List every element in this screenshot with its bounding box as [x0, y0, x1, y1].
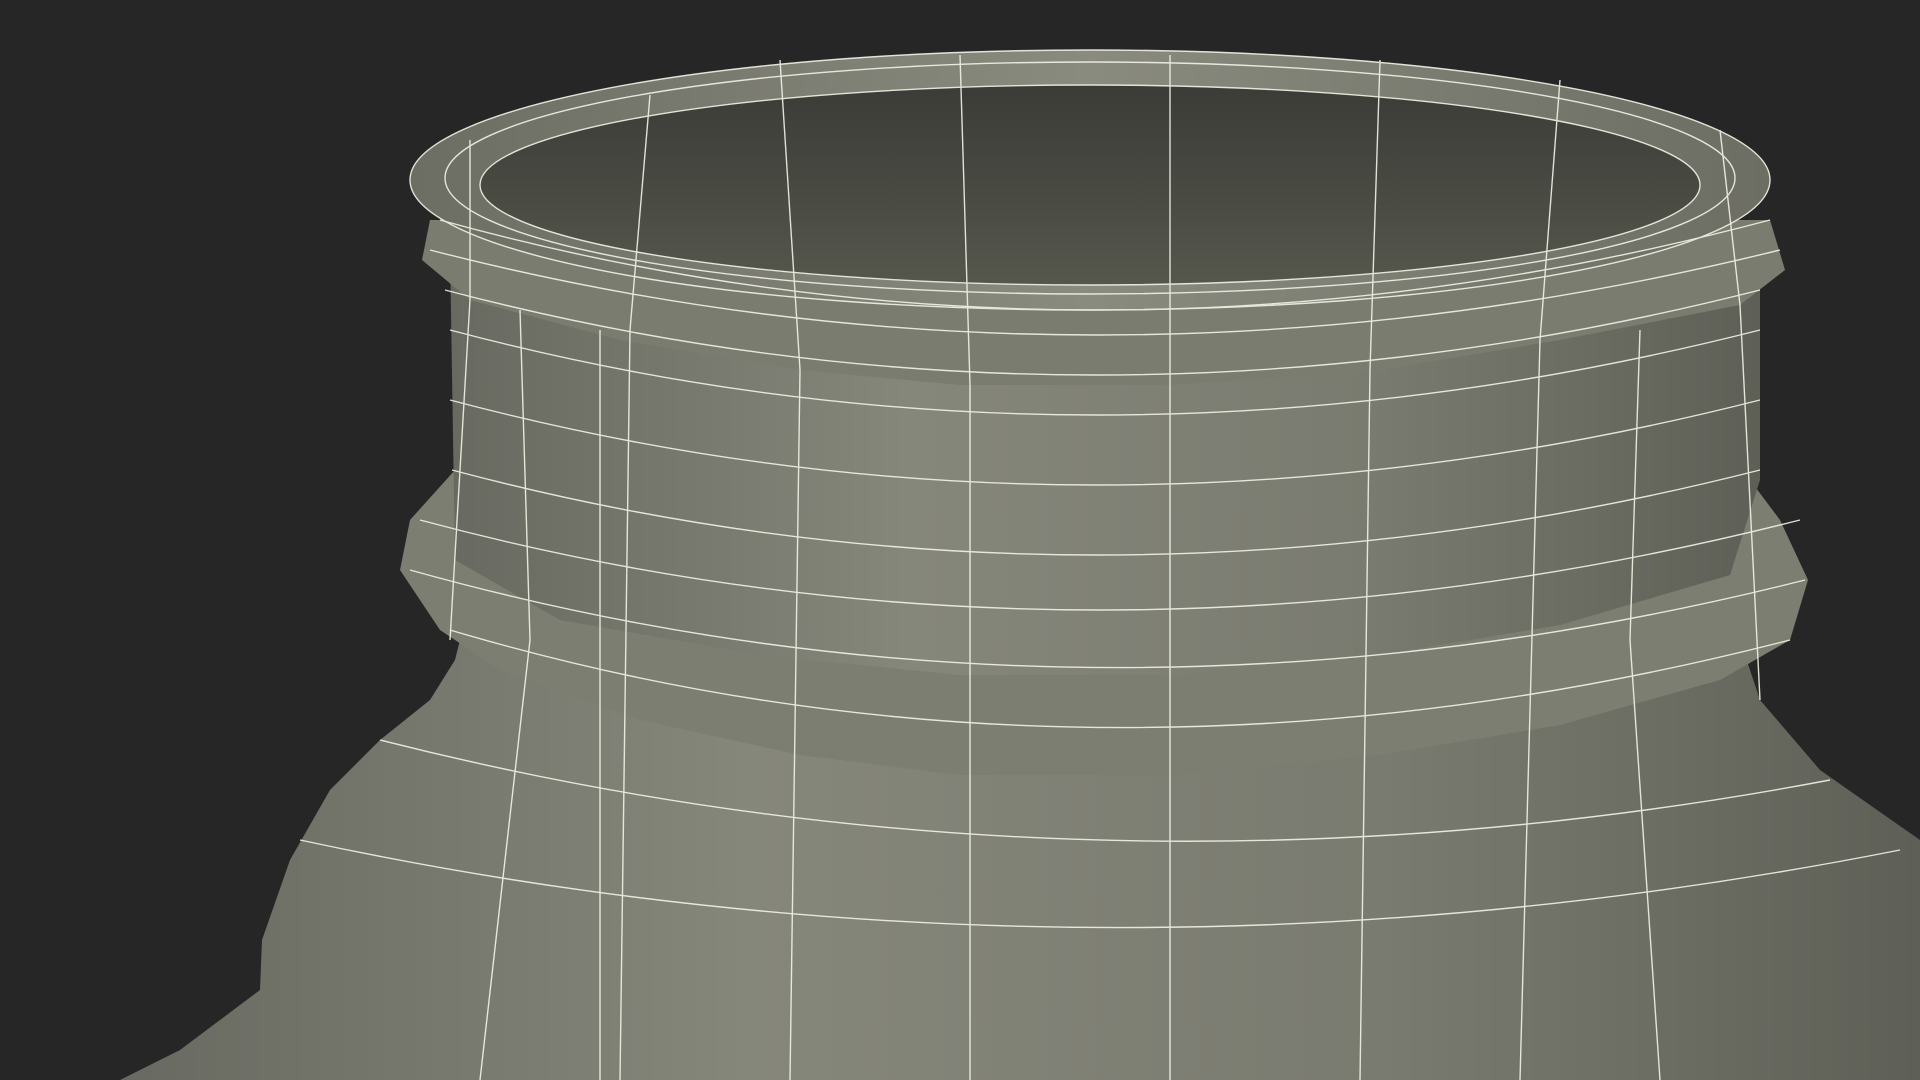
wireframe-render — [120, 49, 1920, 1080]
bottle-opening — [480, 85, 1700, 285]
3d-viewport[interactable] — [0, 0, 1920, 1080]
